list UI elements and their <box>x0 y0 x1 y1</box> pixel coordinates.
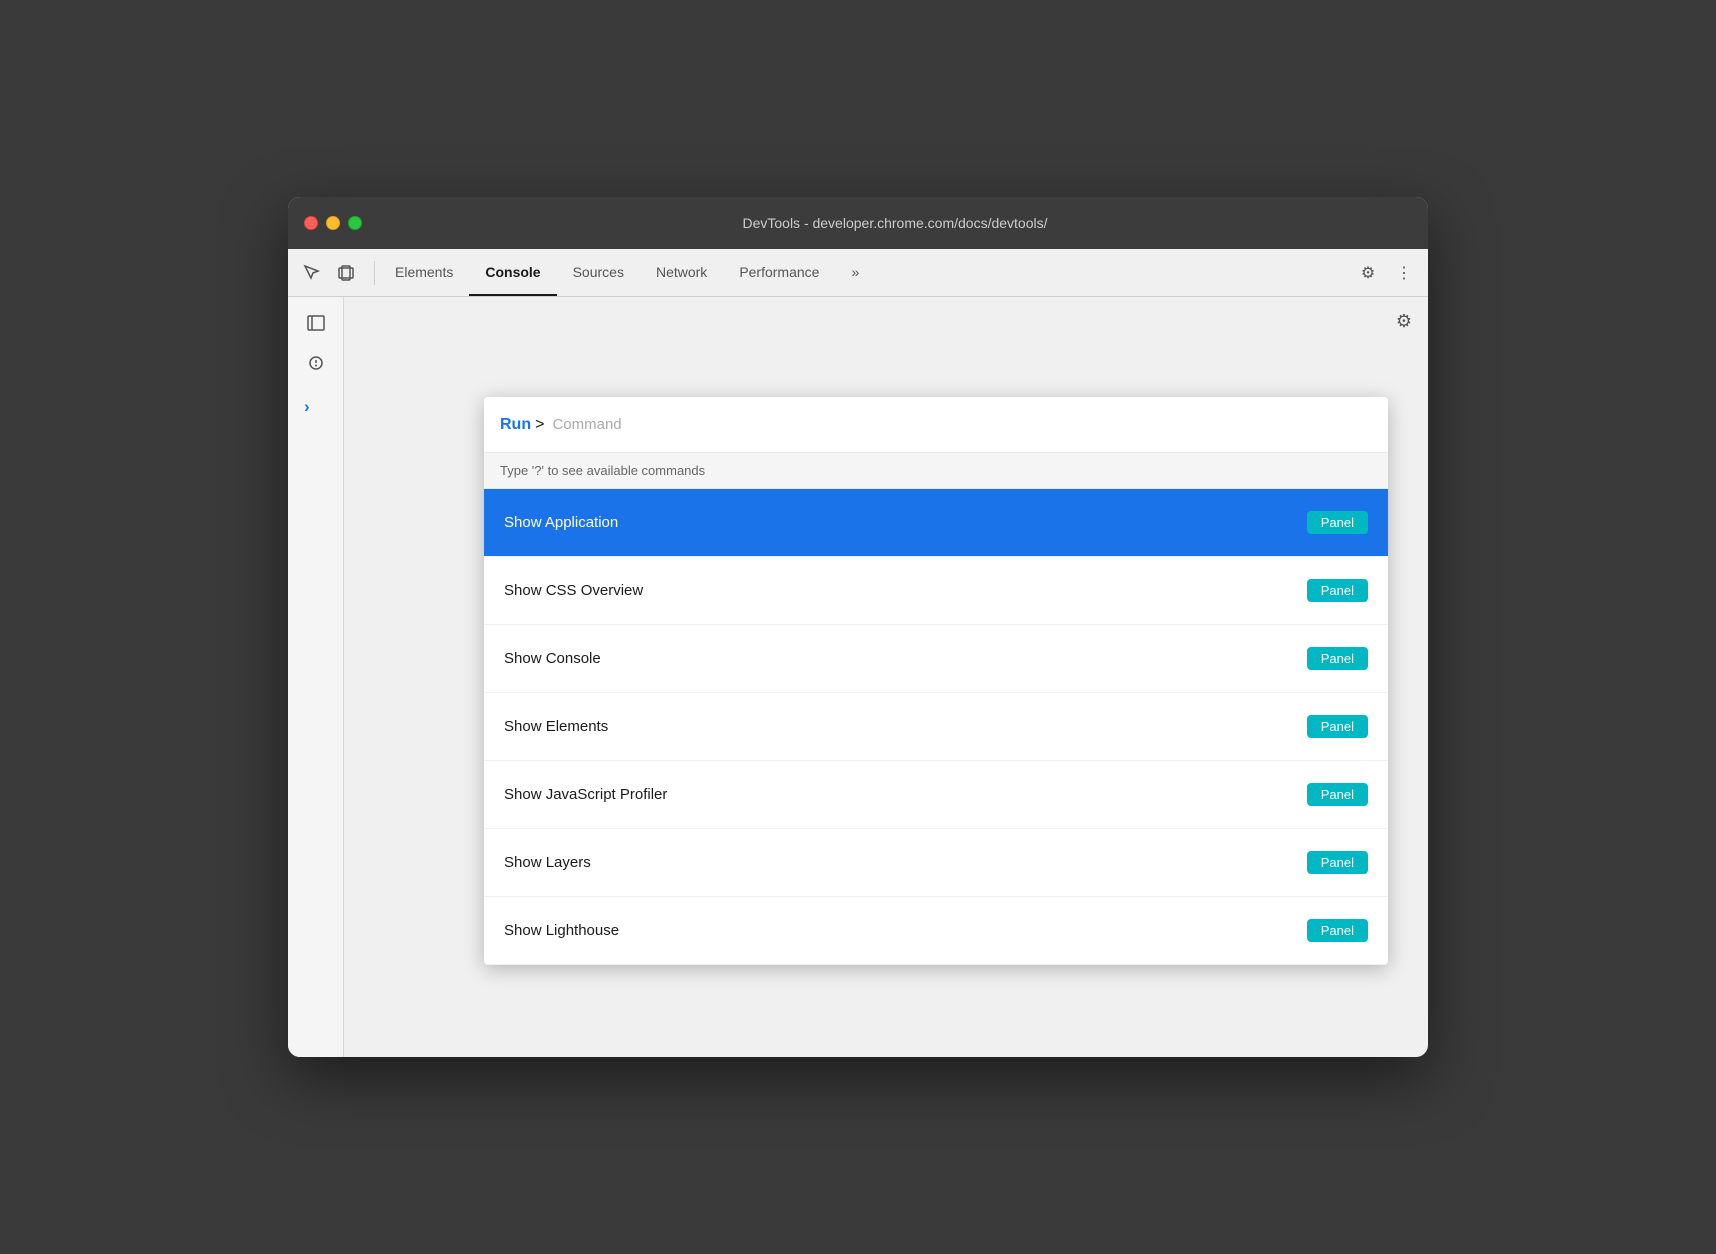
inspect-element-button[interactable] <box>296 257 328 289</box>
panel-badge: Panel <box>1307 783 1368 806</box>
tab-network[interactable]: Network <box>640 249 723 296</box>
panel-badge: Panel <box>1307 579 1368 602</box>
more-tabs-button[interactable]: » <box>835 249 875 296</box>
command-item-show-js-profiler[interactable]: Show JavaScript Profiler Panel <box>484 761 1388 829</box>
command-item-show-console[interactable]: Show Console Panel <box>484 625 1388 693</box>
command-item-label: Show Application <box>504 514 618 531</box>
panel-badge: Panel <box>1307 851 1368 874</box>
panel-badge: Panel <box>1307 647 1368 670</box>
command-item-show-elements[interactable]: Show Elements Panel <box>484 693 1388 761</box>
tabs-container: Elements Console Sources Network Perform… <box>379 249 875 296</box>
minimize-button[interactable] <box>326 216 340 230</box>
panel-badge: Panel <box>1307 715 1368 738</box>
panel-badge: Panel <box>1307 919 1368 942</box>
panel-badge: Panel <box>1307 511 1368 534</box>
toolbar-left-icons <box>296 257 362 289</box>
title-bar: DevTools - developer.chrome.com/docs/dev… <box>288 197 1428 249</box>
toolbar: Elements Console Sources Network Perform… <box>288 249 1428 297</box>
sidebar: › <box>288 297 344 1057</box>
toolbar-separator <box>374 261 375 285</box>
traffic-lights <box>304 216 362 230</box>
command-input-row: Run > <box>484 397 1388 453</box>
command-list: Show Application Panel Show CSS Overview… <box>484 489 1388 965</box>
maximize-button[interactable] <box>348 216 362 230</box>
command-item-label: Show Elements <box>504 718 608 735</box>
toolbar-right: ⚙ ⋮ <box>1352 257 1420 289</box>
hint-row: Type '?' to see available commands <box>484 453 1388 489</box>
command-item-label: Show JavaScript Profiler <box>504 786 667 803</box>
run-label: Run <box>500 416 531 434</box>
sidebar-chevron[interactable]: › <box>296 393 318 421</box>
command-input[interactable] <box>552 416 1372 433</box>
command-item-show-layers[interactable]: Show Layers Panel <box>484 829 1388 897</box>
sidebar-toggle-button[interactable] <box>298 345 334 381</box>
close-button[interactable] <box>304 216 318 230</box>
tab-sources[interactable]: Sources <box>557 249 640 296</box>
settings-button[interactable]: ⚙ <box>1352 257 1384 289</box>
more-options-button[interactable]: ⋮ <box>1388 257 1420 289</box>
devtools-content: ⚙ Run > Type '?' to see available comman… <box>344 297 1428 1057</box>
command-item-show-application[interactable]: Show Application Panel <box>484 489 1388 557</box>
tab-elements[interactable]: Elements <box>379 249 469 296</box>
command-item-label: Show Console <box>504 650 601 667</box>
command-item-label: Show CSS Overview <box>504 582 643 599</box>
console-settings-button[interactable]: ⚙ <box>1388 305 1420 337</box>
command-item-show-css-overview[interactable]: Show CSS Overview Panel <box>484 557 1388 625</box>
command-item-label: Show Layers <box>504 854 591 871</box>
tab-console[interactable]: Console <box>469 249 556 296</box>
main-content: › ⚙ Run > Type '?' to see availa <box>288 297 1428 1057</box>
sidebar-panel-button[interactable] <box>298 305 334 341</box>
command-item-show-lighthouse[interactable]: Show Lighthouse Panel <box>484 897 1388 965</box>
command-item-label: Show Lighthouse <box>504 922 619 939</box>
device-toggle-button[interactable] <box>330 257 362 289</box>
command-palette: Run > Type '?' to see available commands… <box>484 397 1388 965</box>
window-title: DevTools - developer.chrome.com/docs/dev… <box>378 215 1412 231</box>
tab-performance[interactable]: Performance <box>723 249 835 296</box>
run-arrow: > <box>535 416 544 434</box>
